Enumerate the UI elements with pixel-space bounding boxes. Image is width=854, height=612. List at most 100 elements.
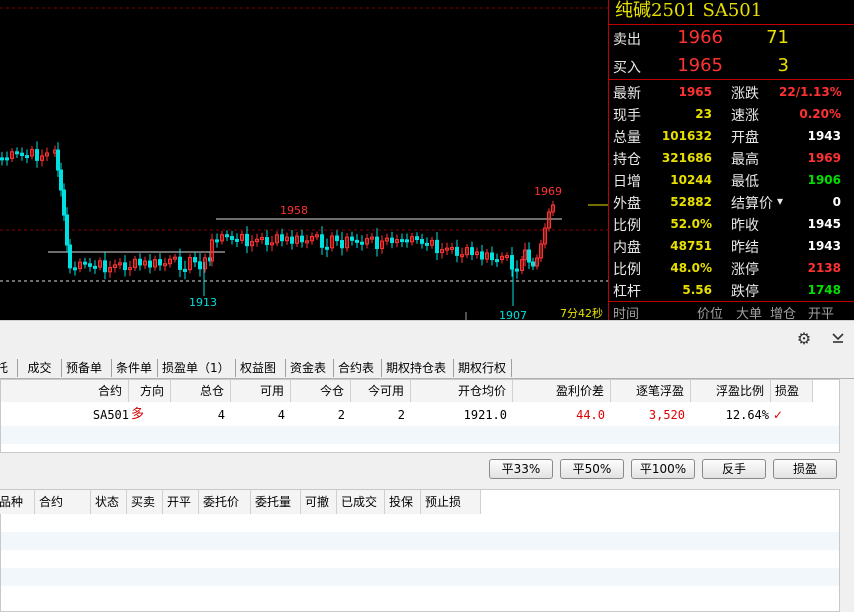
checkmark-icon[interactable]: ✓ — [771, 404, 813, 426]
tab-cut[interactable]: 托 — [0, 359, 18, 377]
tab-conditional-orders[interactable]: 条件单 — [112, 359, 158, 377]
col-available[interactable]: 可用 — [231, 380, 291, 402]
candle-body — [390, 237, 394, 244]
tab-stop-orders[interactable]: 损盈单（1） — [158, 359, 236, 377]
col-float-pnl[interactable]: 逐笔浮盈 — [611, 380, 691, 402]
candle-body — [455, 246, 459, 256]
close-100-button[interactable]: 平100% — [631, 459, 695, 479]
stat-value: 1969 — [807, 151, 841, 165]
divider — [609, 79, 854, 80]
cell-open-avg: 1921.0 — [463, 408, 507, 422]
quote-row: 日增 10244 最低 1906 — [609, 169, 854, 191]
sell-label: 卖出 — [613, 32, 641, 48]
close-33-button[interactable]: 平33% — [489, 459, 553, 479]
col-filled[interactable]: 已成交 — [337, 490, 385, 514]
col-float-ratio[interactable]: 浮盈比例 — [691, 380, 771, 402]
close-50-button[interactable]: 平50% — [560, 459, 624, 479]
quote-row: 内盘 48751 昨结 1943 — [609, 235, 854, 257]
stat-label: 最低 — [731, 174, 759, 190]
stat-value: 0 — [832, 195, 841, 209]
cell-today: 2 — [337, 408, 345, 422]
row-stripe — [1, 568, 839, 586]
tab-equity-chart[interactable]: 权益图 — [236, 359, 286, 377]
col-today-available[interactable]: 今可用 — [351, 380, 411, 402]
candle-body — [531, 261, 535, 267]
col-order-qty[interactable]: 委托量 — [251, 490, 301, 514]
sell-price: 1966 — [677, 27, 723, 48]
quote-row: 比例 48.0% 涨停 2138 — [609, 257, 854, 279]
tab-trades[interactable]: 成交 — [18, 359, 62, 377]
sell-volume: 71 — [766, 27, 789, 48]
col-today[interactable]: 今仓 — [291, 380, 351, 402]
stat-label: 速涨 — [731, 108, 759, 124]
toolbar-strip: ⚙ — [0, 320, 854, 359]
quote-row: 最新 1965 涨跌 22/1.13% — [609, 81, 854, 103]
candle-body — [198, 261, 202, 270]
candle-body — [375, 236, 379, 250]
chevron-down-icon[interactable] — [828, 329, 848, 349]
buy-volume: 3 — [777, 55, 789, 76]
quote-row: 杠杆 5.56 跌停 1748 — [609, 279, 854, 301]
price-chart[interactable]: 1958 1913 1969 1907 7分42秒 — [0, 0, 608, 320]
stat-value: 0.20% — [799, 107, 841, 121]
stat-label: 内盘 — [613, 240, 641, 256]
col-order-price[interactable]: 委托价 — [199, 490, 251, 514]
candle-body — [83, 261, 87, 265]
candle-body — [415, 236, 419, 241]
candle-body — [360, 241, 364, 245]
col-stop-loss[interactable]: 预止损 — [421, 490, 481, 514]
sell-quote[interactable]: 卖出 1966 71 — [609, 25, 854, 51]
col-cancelable[interactable]: 可撤 — [301, 490, 337, 514]
col-contract[interactable]: 合约 — [1, 380, 129, 402]
col-open-avg[interactable]: 开仓均价 — [411, 380, 513, 402]
cell-available: 4 — [277, 408, 285, 422]
candle-body — [470, 247, 474, 256]
tick-header: 时间 价位 大单 增仓 开平 — [609, 302, 854, 322]
col-profit-spread[interactable]: 盈利价差 — [513, 380, 611, 402]
buy-quote[interactable]: 买入 1965 3 — [609, 53, 854, 79]
orders-table: 品种 合约 状态 买卖 开平 委托价 委托量 可撤 已成交 投保 预止损 — [0, 489, 840, 612]
cell-float-pnl: 3,520 — [648, 408, 685, 422]
col-direction[interactable]: 方向 — [129, 380, 171, 402]
col-hedge[interactable]: 投保 — [385, 490, 421, 514]
reverse-button[interactable]: 反手 — [702, 459, 766, 479]
candle-body — [515, 268, 519, 272]
quote-row: 持仓 321686 最高 1969 — [609, 147, 854, 169]
candle-body — [265, 237, 269, 246]
stat-value: 101632 — [661, 129, 712, 143]
stat-label: 现手 — [613, 108, 641, 124]
candle-body — [15, 151, 19, 155]
stat-label: 日增 — [613, 174, 641, 190]
candle-body — [158, 259, 162, 266]
tab-option-exercise[interactable]: 期权行权 — [454, 359, 512, 377]
col-stop[interactable]: 损盈 — [771, 380, 813, 402]
tab-contracts[interactable]: 合约表 — [334, 359, 382, 377]
stat-label: 昨结 — [731, 240, 759, 256]
stat-value: 1906 — [807, 173, 841, 187]
gear-icon[interactable]: ⚙ — [794, 329, 814, 349]
tab-option-positions[interactable]: 期权持仓表 — [382, 359, 454, 377]
stat-label: 涨停 — [731, 262, 759, 278]
col-side[interactable]: 买卖 — [127, 490, 163, 514]
col-total[interactable]: 总仓 — [171, 380, 231, 402]
tab-prepared-orders[interactable]: 预备单 — [62, 359, 112, 377]
label-peak: 1969 — [534, 185, 562, 198]
candle-body — [405, 239, 409, 243]
stat-value: 22/1.13% — [779, 85, 842, 99]
candle-body — [400, 239, 404, 243]
stat-value: 48751 — [670, 239, 712, 253]
col-openclose[interactable]: 开平 — [163, 490, 199, 514]
candle-body — [68, 244, 72, 269]
positions-table: 合约 方向 总仓 可用 今仓 今可用 开仓均价 盈利价差 逐笔浮盈 浮盈比例 损… — [0, 379, 840, 453]
col-contract[interactable]: 合约 — [35, 490, 91, 514]
col-product[interactable]: 品种 — [0, 490, 35, 514]
instrument-title: 纯碱2501 SA501 — [615, 0, 763, 21]
row-stripe — [1, 426, 839, 444]
col-status[interactable]: 状态 — [91, 490, 127, 514]
candle-body — [490, 252, 494, 261]
stop-profit-button[interactable]: 损盈 — [773, 459, 837, 479]
tab-bar: 托 成交 预备单 条件单 损盈单（1） 权益图 资金表 合约表 期权持仓表 期权… — [0, 358, 854, 379]
stat-label: 跌停 — [731, 284, 759, 300]
tab-funds[interactable]: 资金表 — [286, 359, 334, 377]
stat-value: 5.56 — [682, 283, 712, 297]
